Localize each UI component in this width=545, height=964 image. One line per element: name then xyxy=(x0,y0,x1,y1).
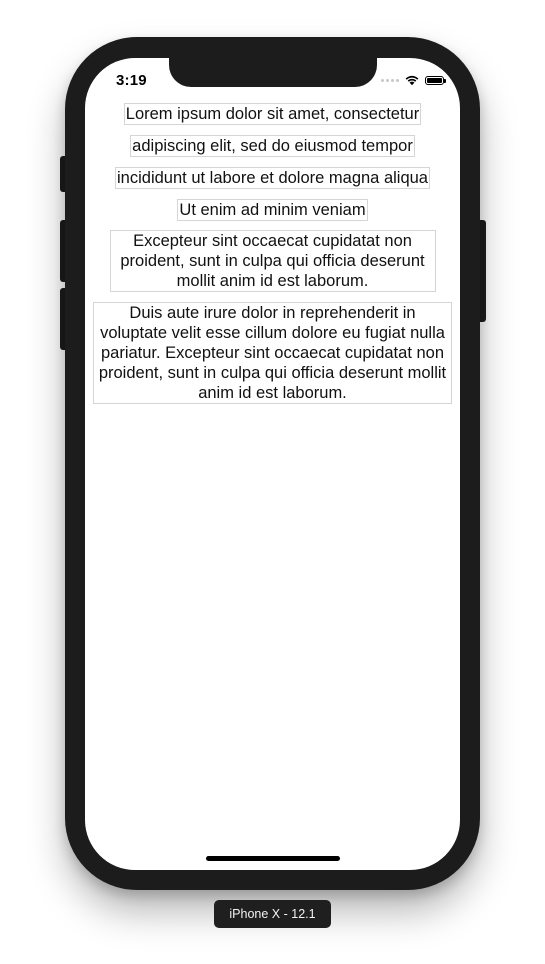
text-label-4: Ut enim ad minim veniam xyxy=(177,199,368,221)
content-stack: Lorem ipsum dolor sit amet, consectetur … xyxy=(85,101,460,404)
device-label: iPhone X - 12.1 xyxy=(214,900,331,928)
text-label-3: incididunt ut labore et dolore magna ali… xyxy=(115,167,430,189)
wifi-icon xyxy=(405,75,419,86)
status-time: 3:19 xyxy=(116,72,147,89)
cellular-signal-icon xyxy=(381,78,399,82)
status-indicators xyxy=(381,73,446,87)
paragraph-label-1: Excepteur sint occaecat cupidatat non pr… xyxy=(109,230,436,292)
notch xyxy=(169,58,377,87)
battery-icon xyxy=(425,75,446,85)
simulator-window: 3:19 Lorem ipsum dolor sit amet, consect… xyxy=(0,0,545,964)
device-screen[interactable]: 3:19 Lorem ipsum dolor sit amet, consect… xyxy=(85,58,460,870)
home-indicator[interactable] xyxy=(206,856,340,861)
paragraph-label-2: Duis aute irure dolor in reprehenderit i… xyxy=(93,302,452,404)
text-label-1: Lorem ipsum dolor sit amet, consectetur xyxy=(123,103,422,125)
text-label-2: adipiscing elit, sed do eiusmod tempor xyxy=(130,135,415,157)
